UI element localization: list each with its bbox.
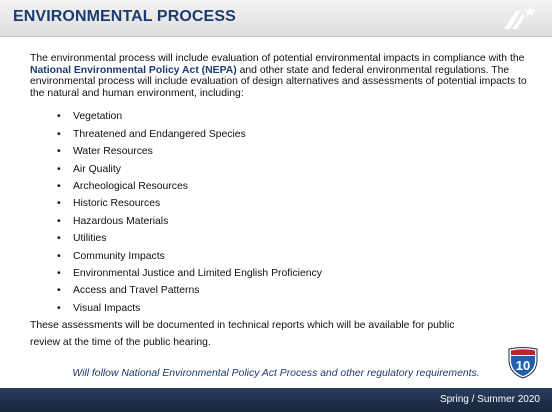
list-item-label: Environmental Justice and Limited Englis… bbox=[73, 267, 322, 279]
list-item-label: Water Resources bbox=[73, 146, 153, 158]
list-item: • Water Resources bbox=[30, 143, 530, 160]
bullet-icon: • bbox=[57, 302, 61, 314]
bullet-icon: • bbox=[57, 285, 61, 297]
list-item-label: Threatened and Endangered Species bbox=[73, 128, 246, 140]
list-item-label: Vegetation bbox=[73, 111, 123, 123]
closing-line-1: These assessments will be documented in … bbox=[30, 320, 455, 332]
page-title: ENVIRONMENTAL PROCESS bbox=[13, 8, 236, 25]
bullet-icon: • bbox=[57, 267, 61, 279]
closing-paragraph: These assessments will be documented in … bbox=[30, 317, 530, 352]
closing-line-2: review at the time of the public hearing… bbox=[30, 337, 211, 349]
bullet-icon: • bbox=[57, 215, 61, 227]
list-item-label: Access and Travel Patterns bbox=[73, 285, 200, 297]
footer-bar: Spring / Summer 2020 bbox=[0, 388, 552, 412]
list-item: • Vegetation bbox=[30, 108, 530, 125]
interstate-number: 10 bbox=[516, 358, 530, 373]
footer-date: Spring / Summer 2020 bbox=[439, 394, 540, 405]
list-item: • Community Impacts bbox=[30, 248, 530, 265]
bullet-icon: • bbox=[57, 180, 61, 192]
intro-text-before: The environmental process will include e… bbox=[30, 53, 525, 64]
header-bar: ENVIRONMENTAL PROCESS bbox=[0, 0, 552, 37]
regulatory-note: Will follow National Environmental Polic… bbox=[72, 368, 480, 379]
main-content: The environmental process will include e… bbox=[30, 53, 530, 352]
impacts-list: • Vegetation • Threatened and Endangered Sp… bbox=[30, 108, 530, 317]
list-item: • Historic Resources bbox=[30, 195, 530, 212]
list-item: • Threatened and Endangered Species bbox=[30, 126, 530, 143]
list-item-label: Historic Resources bbox=[73, 198, 161, 210]
list-item: • Air Quality bbox=[30, 161, 530, 178]
bullet-icon: • bbox=[57, 198, 61, 210]
bullet-icon: • bbox=[57, 163, 61, 175]
intro-paragraph: The environmental process will include e… bbox=[30, 53, 530, 99]
list-item: • Hazardous Materials bbox=[30, 213, 530, 230]
list-item: • Utilities bbox=[30, 230, 530, 247]
bullet-icon: • bbox=[57, 128, 61, 140]
list-item-label: Utilities bbox=[73, 233, 107, 245]
list-item: • Environmental Justice and Limited Engli… bbox=[30, 265, 530, 282]
agency-logo-icon bbox=[504, 6, 536, 29]
list-item: • Visual Impacts bbox=[30, 300, 530, 317]
bullet-icon: • bbox=[57, 111, 61, 123]
list-item-label: Hazardous Materials bbox=[73, 215, 169, 227]
bullet-icon: • bbox=[57, 146, 61, 158]
list-item-label: Air Quality bbox=[73, 163, 121, 175]
list-item-label: Visual Impacts bbox=[73, 302, 141, 314]
list-item: • Archeological Resources bbox=[30, 178, 530, 195]
bullet-icon: • bbox=[57, 233, 61, 245]
list-item: • Access and Travel Patterns bbox=[30, 282, 530, 299]
list-item-label: Archeological Resources bbox=[73, 180, 188, 192]
list-item-label: Community Impacts bbox=[73, 250, 165, 262]
bullet-icon: • bbox=[57, 250, 61, 262]
interstate-shield-icon: 10 bbox=[508, 347, 538, 379]
nepa-reference: National Environmental Policy Act (NEPA) bbox=[30, 64, 237, 76]
